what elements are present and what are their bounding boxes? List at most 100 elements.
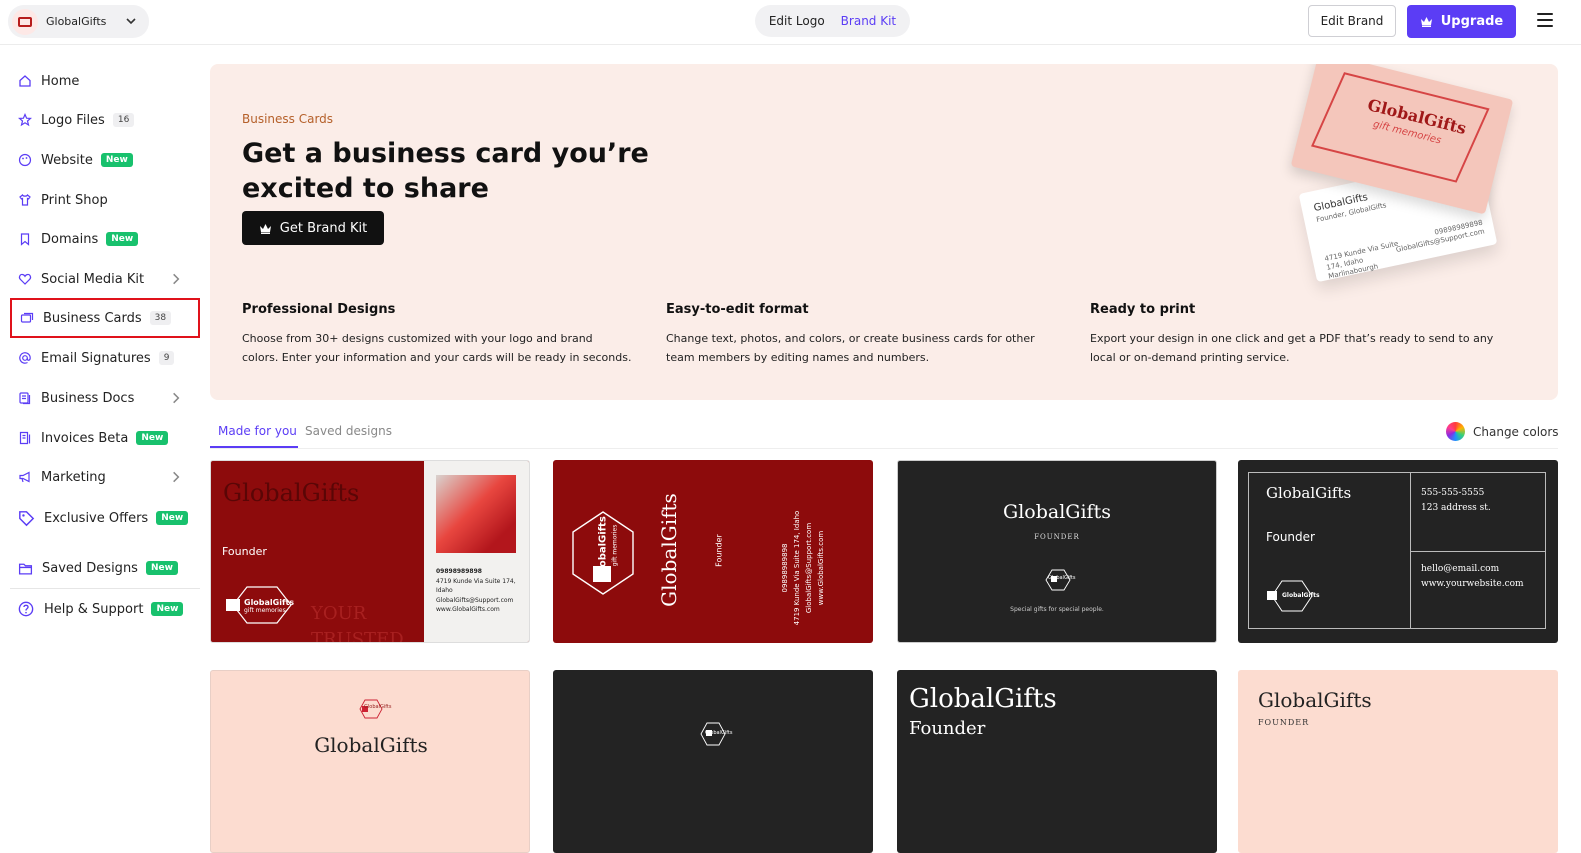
folder-icon: [18, 563, 33, 574]
card-web: www.yourwebsite.com: [1421, 579, 1524, 589]
sidebar-item-website[interactable]: Website New: [10, 143, 200, 177]
card-tagline: Special gifts for special people.: [1010, 606, 1104, 613]
crown-icon: [259, 223, 271, 234]
sidebar-item-label: Exclusive Offers: [44, 510, 149, 526]
feature-title: Easy-to-edit format: [666, 302, 809, 317]
tabs-underline: [210, 448, 1558, 449]
sidebar-item-business-docs[interactable]: Business Docs: [10, 381, 200, 415]
sidebar: Home Logo Files 16 Website New Print Sho…: [0, 46, 207, 753]
business-card-template[interactable]: GlobalGifts Founder GlobalGifts 555-555-…: [1238, 460, 1558, 643]
business-card-template[interactable]: GlobalGifts gift memories GlobalGifts Fo…: [553, 460, 873, 643]
brand-logo: [12, 8, 38, 35]
sidebar-item-label: Email Signatures: [41, 350, 151, 366]
chevron-right-icon: [173, 471, 180, 483]
sidebar-item-help-support[interactable]: Help & Support New: [10, 592, 200, 626]
feature-ready-to-print: Ready to print Export your design in one…: [1090, 302, 1510, 367]
top-bar: GlobalGifts Edit Logo Brand Kit Edit Bra…: [0, 0, 1581, 45]
card-name: GlobalGifts: [1258, 688, 1372, 712]
sidebar-item-social-media-kit[interactable]: Social Media Kit: [10, 262, 200, 296]
home-icon: [19, 75, 31, 87]
card-name: GlobalGifts: [223, 479, 360, 507]
upgrade-button[interactable]: Upgrade: [1407, 5, 1516, 38]
card-phone: 09898989898: [781, 543, 789, 593]
card-role: Founder: [714, 534, 724, 567]
business-card-template[interactable]: GlobalGifts Founder: [897, 670, 1217, 853]
hero-title: Get a business card you’re excited to sh…: [242, 138, 649, 204]
card-name: GlobalGifts: [909, 684, 1057, 714]
chevron-down-icon: [126, 18, 136, 25]
change-colors-label: Change colors: [1473, 424, 1559, 439]
sidebar-item-email-signatures[interactable]: Email Signatures 9: [10, 341, 200, 375]
card-email: GlobalGifts@Support.com: [436, 596, 514, 604]
card-name: GlobalGifts: [1003, 501, 1111, 523]
sidebar-item-label: Domains: [41, 231, 99, 247]
gift-photo: [436, 475, 516, 553]
card-contact-text: 09898989898 4719 Kunde Via Suite 174, Id…: [436, 567, 528, 615]
get-brand-kit-button[interactable]: Get Brand Kit: [242, 211, 384, 245]
sidebar-divider: [10, 588, 200, 589]
brand-switcher[interactable]: GlobalGifts: [8, 5, 149, 38]
card-logo-text: GlobalGifts: [1048, 575, 1076, 581]
sidebar-item-logo-files[interactable]: Logo Files 16: [10, 103, 200, 137]
business-card-template[interactable]: GlobalGifts FOUNDER: [1238, 670, 1558, 853]
editor-toggle: Edit Logo Brand Kit: [755, 5, 910, 37]
preview-back-contact: 09898989898 GlobalGifts@Support.com: [1393, 219, 1485, 255]
business-card-template[interactable]: GlobalGifts Founder GlobalGifts gift mem…: [210, 460, 530, 643]
new-badge: New: [106, 232, 139, 246]
sidebar-item-label: Marketing: [41, 469, 106, 485]
sidebar-item-home[interactable]: Home: [10, 64, 200, 98]
sidebar-item-label: Print Shop: [41, 192, 108, 208]
crown-icon: [1420, 17, 1432, 27]
card-phone: 555-555-5555: [1421, 488, 1485, 498]
edit-brand-button[interactable]: Edit Brand: [1308, 5, 1396, 37]
sidebar-item-print-shop[interactable]: Print Shop: [10, 183, 200, 217]
edit-logo-link[interactable]: Edit Logo: [769, 14, 825, 28]
sidebar-item-invoices[interactable]: Invoices Beta New: [10, 421, 200, 455]
card-watermark: YOUR TRUSTED: [311, 603, 404, 643]
change-colors-button[interactable]: Change colors: [1446, 422, 1559, 441]
business-card-template[interactable]: GlobalGifts FOUNDER GlobalGifts Special …: [897, 460, 1217, 643]
count-badge: 38: [149, 311, 172, 325]
card-contact-bottom: hello@email.com www.yourwebsite.com: [1421, 562, 1524, 592]
card-name: GlobalGifts: [657, 493, 681, 607]
card-logo-text: GlobalGifts: [1282, 592, 1320, 599]
heart-icon: [18, 273, 32, 285]
tab-saved-designs[interactable]: Saved designs: [305, 420, 392, 448]
brand-kit-link[interactable]: Brand Kit: [841, 14, 896, 28]
hero-kicker: Business Cards: [242, 112, 334, 126]
business-card-template[interactable]: GlobalGifts: [553, 670, 873, 853]
card-name: GlobalGifts: [1266, 484, 1352, 502]
sidebar-item-label: Saved Designs: [42, 560, 138, 576]
tab-made-for-you[interactable]: Made for you: [210, 420, 298, 448]
sidebar-item-business-cards[interactable]: Business Cards 38: [10, 298, 200, 338]
star-icon: [18, 113, 32, 127]
card-frame-divider: [1410, 551, 1546, 552]
card-email: GlobalGifts@Support.com: [805, 522, 813, 614]
feature-desc: Change text, photos, and colors, or crea…: [666, 332, 1035, 364]
sidebar-item-label: Home: [41, 73, 80, 89]
feature-desc: Choose from 30+ designs customized with …: [242, 332, 632, 364]
palette-icon: [18, 153, 32, 167]
card-address: 4719 Kunde Via Suite 174, Idaho: [436, 577, 516, 595]
count-badge: 16: [112, 113, 135, 127]
sidebar-item-label: Help & Support: [44, 601, 144, 617]
sidebar-item-marketing[interactable]: Marketing: [10, 460, 200, 494]
card-contact-top: 555-555-5555 123 address st.: [1421, 486, 1491, 516]
hamburger-menu-icon[interactable]: [1537, 13, 1553, 27]
sidebar-item-domains[interactable]: Domains New: [10, 222, 200, 256]
sidebar-item-saved-designs[interactable]: Saved Designs New: [10, 551, 200, 585]
sidebar-item-label: Logo Files: [41, 112, 105, 128]
hero-banner: Business Cards Get a business card you’r…: [210, 64, 1558, 400]
sidebar-item-exclusive-offers[interactable]: Exclusive Offers New: [10, 501, 200, 535]
card-contact-text: 09898989898 4719 Kunde Via Suite 174, Id…: [779, 498, 827, 638]
card-address: 4719 Kunde Via Suite 174, Idaho: [793, 510, 801, 626]
business-card-template[interactable]: GlobalGifts GlobalGifts: [210, 670, 530, 853]
card-contact-panel: 09898989898 4719 Kunde Via Suite 174, Id…: [424, 461, 529, 642]
sidebar-item-label: Website: [41, 152, 93, 168]
card-logo-text: GlobalGifts: [364, 704, 392, 710]
brand-name: GlobalGifts: [46, 15, 107, 28]
feature-easy-to-edit: Easy-to-edit format Change text, photos,…: [666, 302, 1056, 367]
card-logo-text: GlobalGifts: [244, 598, 295, 607]
shirt-icon: [19, 193, 31, 206]
at-icon: [19, 352, 31, 364]
